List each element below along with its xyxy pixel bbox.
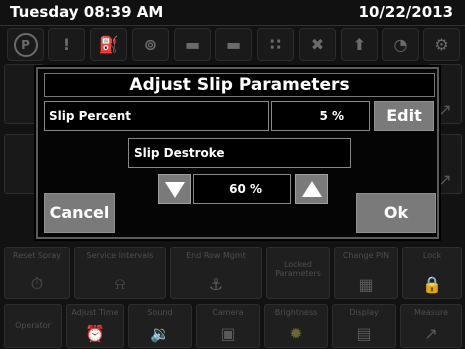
padlock-icon: 🔒 <box>422 275 442 294</box>
slip-destroke-value: 60 % <box>193 174 291 204</box>
level-icon[interactable]: ⬆ <box>341 28 378 61</box>
bell-icon: ⍾ <box>114 274 126 293</box>
fuel-icon[interactable]: ⛽ <box>90 28 127 61</box>
clock-icon: ⏰ <box>85 324 105 343</box>
service-intervals-tile[interactable]: Service Intervals ⍾ <box>74 247 166 299</box>
pump-icon[interactable]: ▬ <box>174 28 211 61</box>
joystick-icon: ⚓ <box>208 275 224 294</box>
stopwatch-icon: ⏱ <box>30 274 44 293</box>
sun-icon: ✹ <box>289 324 303 343</box>
sound-tile[interactable]: Sound 🔉 <box>128 304 192 348</box>
decrease-button[interactable] <box>158 174 191 204</box>
graph-icon: ↗ <box>424 324 438 343</box>
parking-icon[interactable]: P <box>7 28 44 61</box>
edit-button[interactable]: Edit <box>374 101 434 131</box>
cancel-button[interactable]: Cancel <box>44 193 115 233</box>
operator-tile[interactable]: Operator <box>4 304 62 348</box>
adjust-slip-dialog: Adjust Slip Parameters Slip Percent 5 % … <box>36 67 439 239</box>
tank-icon[interactable]: ◔ <box>382 28 419 61</box>
ok-button[interactable]: Ok <box>356 193 436 233</box>
slip-destroke-label: Slip Destroke <box>128 138 351 168</box>
display-icon: ▤ <box>356 324 372 343</box>
change-pin-tile[interactable]: Change PIN ▦ <box>334 247 398 299</box>
day-time: Tuesday 08:39 AM <box>10 3 164 21</box>
gear-icon[interactable]: ⚙ <box>423 28 460 61</box>
screen: Tuesday 08:39 AM 10/22/2013 P ! ⛽ ⊚ ▬ ▬ … <box>0 0 465 349</box>
increase-button[interactable] <box>295 174 328 204</box>
status-bar: Tuesday 08:39 AM 10/22/2013 <box>0 0 465 26</box>
reset-spray-tile[interactable]: Reset Spray ⏱ <box>4 247 70 299</box>
speaker-icon: 🔉 <box>150 324 170 343</box>
filter-icon[interactable]: ✖ <box>299 28 336 61</box>
end-row-mgmt-tile[interactable]: End Row Mgmt ⚓ <box>170 247 262 299</box>
slip-percent-value: 5 % <box>271 101 370 131</box>
warning-icon-row: P ! ⛽ ⊚ ▬ ▬ ∷ ✖ ⬆ ◔ ⚙ <box>2 26 463 64</box>
lock-tile[interactable]: Lock 🔒 <box>402 247 462 299</box>
dialog-title: Adjust Slip Parameters <box>44 73 435 97</box>
camera-icon: ▣ <box>220 324 236 343</box>
adjust-time-tile[interactable]: Adjust Time ⏰ <box>66 304 124 348</box>
slip-percent-label: Slip Percent <box>44 101 269 131</box>
pump-icon[interactable]: ▬ <box>215 28 252 61</box>
display-tile[interactable]: Display ▤ <box>332 304 396 348</box>
date: 10/22/2013 <box>358 3 453 21</box>
warning-icon[interactable]: ! <box>48 28 85 61</box>
engine-icon[interactable]: ⊚ <box>132 28 169 61</box>
arrow-up-icon <box>302 181 322 197</box>
arrow-down-icon <box>165 182 185 198</box>
camera-tile[interactable]: Camera ▣ <box>196 304 260 348</box>
locked-parameters-tile[interactable]: Locked Parameters <box>266 247 330 299</box>
hydraulic-icon[interactable]: ∷ <box>257 28 294 61</box>
keypad-icon: ▦ <box>358 275 374 294</box>
brightness-tile[interactable]: Brightness ✹ <box>264 304 328 348</box>
measure-tile[interactable]: Measure ↗ <box>400 304 462 348</box>
